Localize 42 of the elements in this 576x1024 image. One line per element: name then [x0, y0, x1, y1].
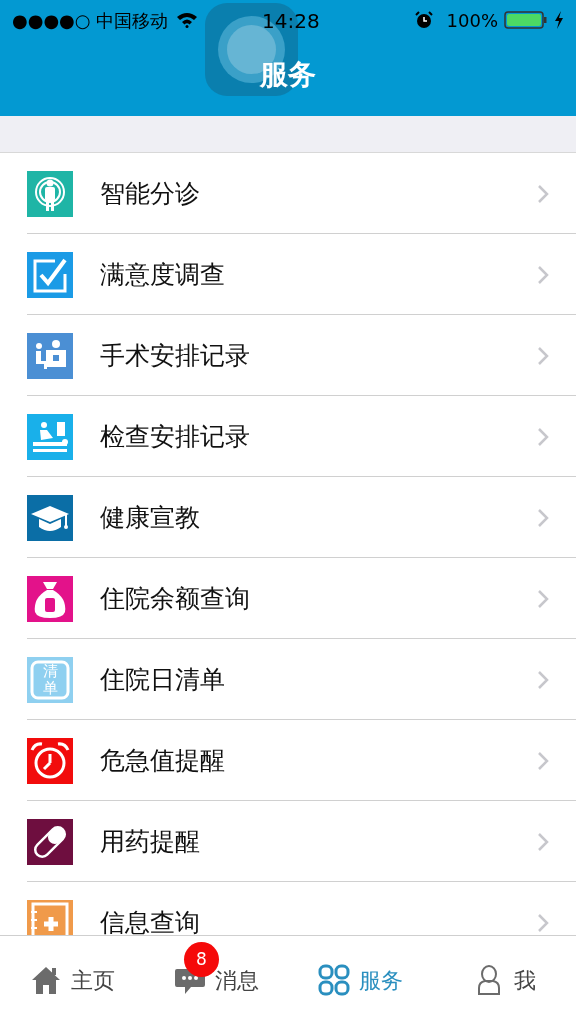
- service-label: 满意度调查: [100, 258, 225, 291]
- battery-percentage: 100%: [446, 8, 498, 33]
- service-label: 住院日清单: [100, 663, 225, 696]
- chevron-right-icon: [537, 831, 549, 852]
- chevron-right-icon: [537, 588, 549, 609]
- service-label: 智能分诊: [100, 177, 200, 210]
- icon-label: 清单: [41, 662, 59, 697]
- carrier-label: ●●●●○ 中国移动: [12, 8, 169, 33]
- tab[interactable]: 服务: [288, 936, 432, 1024]
- service-label: 用药提醒: [100, 825, 200, 858]
- status-time: 14:28: [262, 8, 320, 35]
- tab[interactable]: 我: [432, 936, 576, 1024]
- service-label: 手术安排记录: [100, 339, 250, 372]
- service-row[interactable]: 手术安排记录: [0, 315, 576, 396]
- service-row[interactable]: 智能分诊: [0, 153, 576, 234]
- page-title: 服务: [260, 57, 316, 93]
- service-row[interactable]: 健康宣教: [0, 477, 576, 558]
- chevron-right-icon: [537, 345, 549, 366]
- chevron-right-icon: [537, 912, 549, 933]
- service-label: 健康宣教: [100, 501, 200, 534]
- tab[interactable]: 主页: [0, 936, 144, 1024]
- service-row[interactable]: 危急值提醒: [0, 720, 576, 801]
- chevron-right-icon: [537, 183, 549, 204]
- chevron-right-icon: [537, 507, 549, 528]
- alarm-icon: [414, 11, 433, 29]
- service-label: 信息查询: [100, 906, 200, 935]
- service-label: 检查安排记录: [100, 420, 250, 453]
- wifi-icon: [176, 12, 199, 28]
- grid-icon: [317, 963, 351, 997]
- chevron-right-icon: [537, 264, 549, 285]
- charging-icon: [554, 11, 564, 29]
- service-row[interactable]: 清单 住院日清单: [0, 639, 576, 720]
- service-label: 住院余额查询: [100, 582, 250, 615]
- service-row[interactable]: 满意度调查: [0, 234, 576, 315]
- chevron-right-icon: [537, 750, 549, 771]
- chevron-right-icon: [537, 426, 549, 447]
- battery-icon: [504, 10, 548, 30]
- service-label: 危急值提醒: [100, 744, 225, 777]
- chevron-right-icon: [537, 669, 549, 690]
- service-row[interactable]: 检查安排记录: [0, 396, 576, 477]
- service-row[interactable]: 用药提醒: [0, 801, 576, 882]
- service-row[interactable]: 住院余额查询: [0, 558, 576, 639]
